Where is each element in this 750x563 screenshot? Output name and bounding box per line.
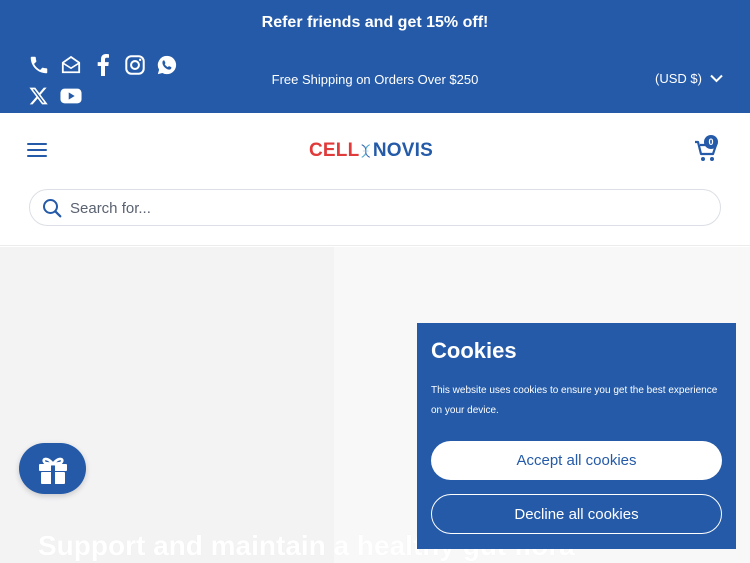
logo[interactable]: CELL NOVIS xyxy=(309,138,433,164)
cookie-title: Cookies xyxy=(431,338,517,363)
currency-selector[interactable]: (USD $) xyxy=(655,71,723,86)
hero-image-panel xyxy=(0,247,334,563)
youtube-icon[interactable] xyxy=(59,84,83,108)
decline-cookies-button[interactable]: Decline all cookies xyxy=(431,494,722,534)
x-icon[interactable] xyxy=(27,84,51,108)
search-bar[interactable] xyxy=(29,189,721,226)
promo-text[interactable]: Refer friends and get 15% off! xyxy=(0,14,750,32)
announcement-bar: Refer friends and get 15% off! Free Ship… xyxy=(0,0,750,113)
instagram-icon[interactable] xyxy=(123,53,147,77)
rewards-button[interactable] xyxy=(19,443,86,494)
dna-helix-icon xyxy=(361,144,371,158)
search-input[interactable] xyxy=(70,196,690,220)
whatsapp-icon[interactable] xyxy=(155,53,179,77)
accept-cookies-button[interactable]: Accept all cookies xyxy=(431,441,722,480)
cookie-banner: Cookies This website uses cookies to ens… xyxy=(417,323,736,549)
phone-icon[interactable] xyxy=(27,53,51,77)
gift-icon xyxy=(38,457,67,484)
hamburger-menu-icon[interactable] xyxy=(27,141,49,159)
chevron-down-icon xyxy=(710,74,723,83)
facebook-icon[interactable] xyxy=(91,53,115,77)
search-icon[interactable] xyxy=(42,198,62,218)
cart-count-badge: 0 xyxy=(704,135,718,149)
shipping-note: Free Shipping on Orders Over $250 xyxy=(271,72,479,87)
currency-label: (USD $) xyxy=(655,71,702,86)
site-header: CELL NOVIS 0 xyxy=(0,113,750,246)
cookie-text: This website uses cookies to ensure you … xyxy=(431,385,718,416)
email-icon[interactable] xyxy=(59,53,83,77)
